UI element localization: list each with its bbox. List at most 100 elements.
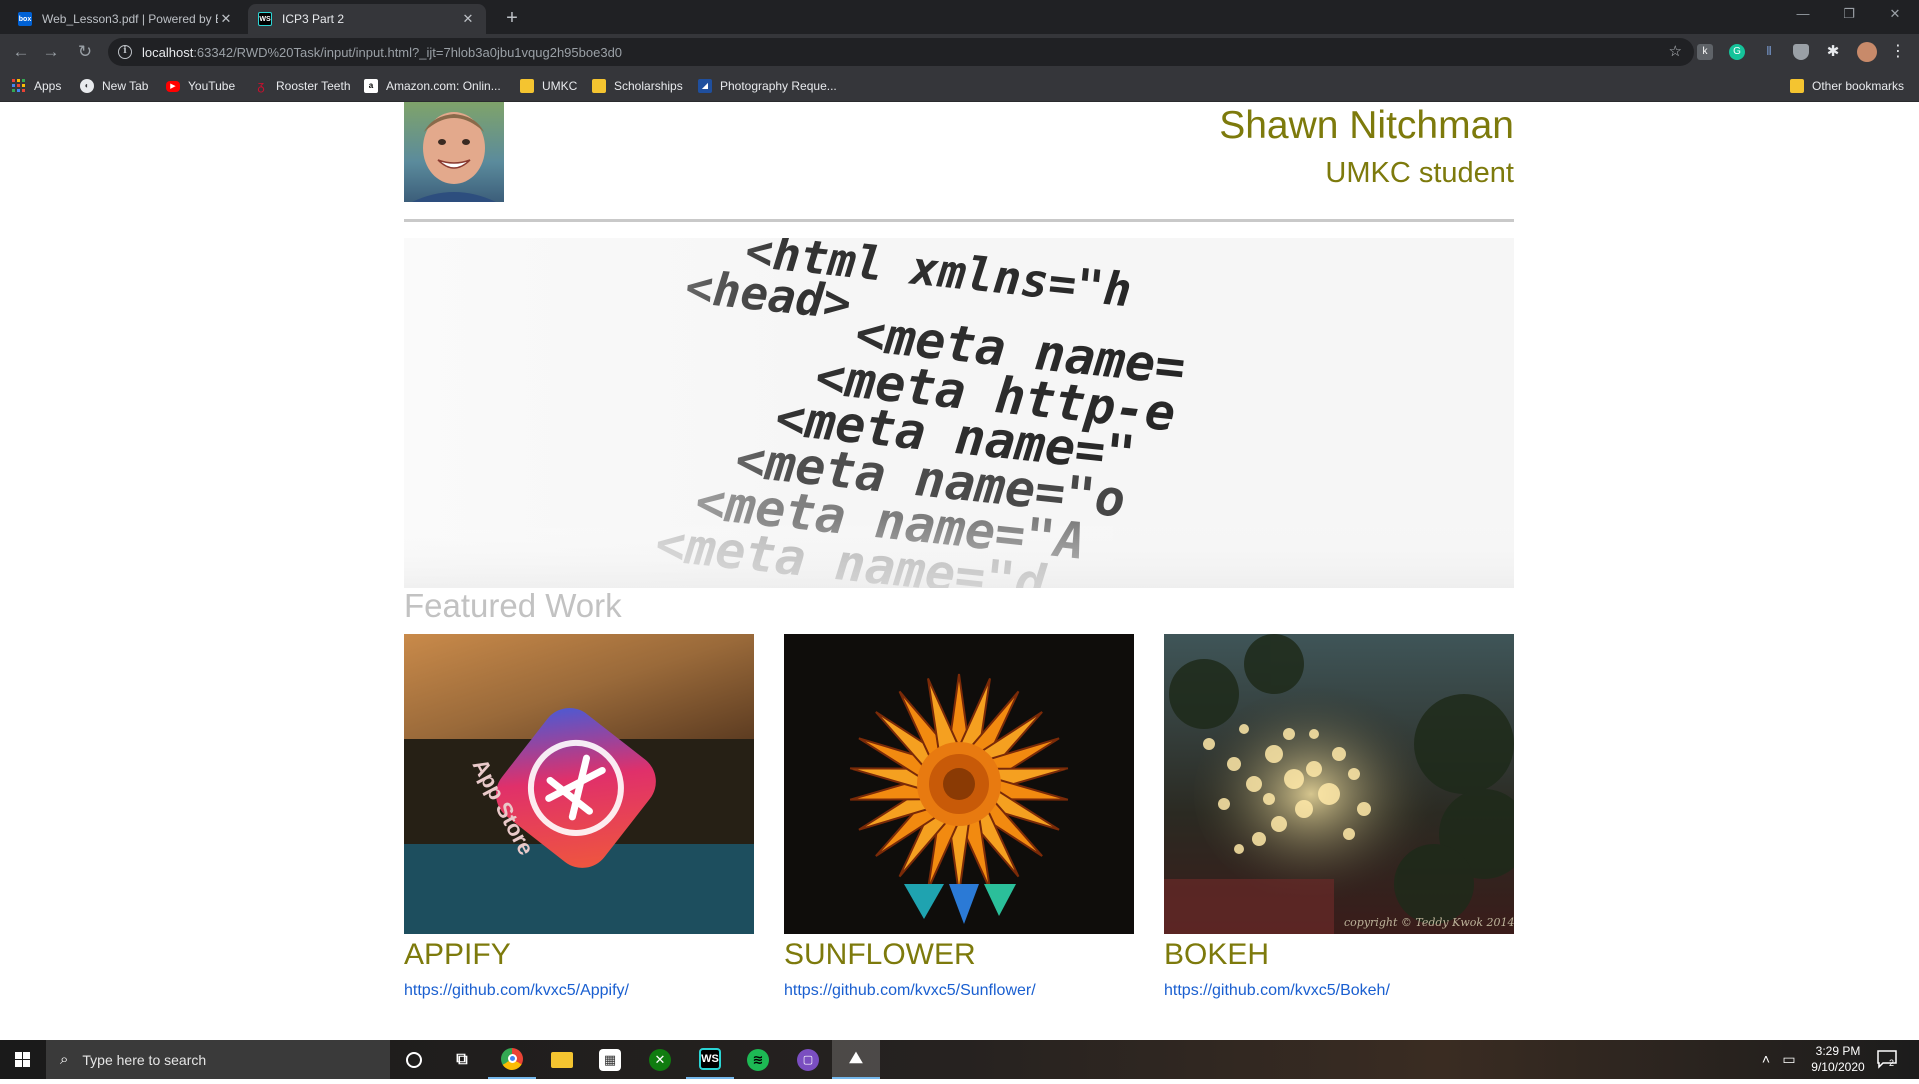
bokeh-dot <box>1283 728 1295 740</box>
extension-k-icon[interactable]: k <box>1697 44 1713 60</box>
bookmark-new-tab[interactable]: ◐ New Tab <box>80 78 148 94</box>
bookmark-rooster-teeth[interactable]: ᵹ Rooster Teeth <box>254 78 351 94</box>
shield-icon[interactable] <box>1793 44 1809 60</box>
project-card-bokeh: copyright © Teddy Kwok 2014 BOKEH https:… <box>1164 634 1514 999</box>
webstorm-taskbar-icon[interactable]: WS <box>686 1040 734 1079</box>
browser-tab-strip: box Web_Lesson3.pdf | Powered by B ✕ WS … <box>0 0 1919 34</box>
close-icon[interactable]: ✕ <box>218 11 234 27</box>
bokeh-thumbnail[interactable]: copyright © Teddy Kwok 2014 <box>1164 634 1514 934</box>
folder-icon <box>520 79 534 93</box>
amazon-icon: a <box>364 79 378 93</box>
windows-start-icon[interactable] <box>0 1040 46 1079</box>
bokeh-dot <box>1295 800 1313 818</box>
url-text: localhost:63342/RWD%20Task/input/input.h… <box>142 44 623 60</box>
project-link[interactable]: https://github.com/kvxc5/Bokeh/ <box>1164 982 1390 1000</box>
search-placeholder: Type here to search <box>82 1051 207 1068</box>
info-icon[interactable]: i <box>118 45 132 59</box>
project-title: BOKEH <box>1164 938 1270 971</box>
box-icon: box <box>18 12 32 26</box>
back-arrow-icon[interactable]: ← <box>8 40 34 64</box>
bookmark-label: YouTube <box>188 79 236 93</box>
cortana-icon[interactable] <box>390 1040 438 1079</box>
globe-icon: ◐ <box>80 79 94 93</box>
folder-icon <box>592 79 606 93</box>
appify-thumbnail[interactable]: App Store <box>404 634 754 934</box>
page-viewport: Shawn Nitchman UMKC student Featured Wor… <box>0 102 1919 1040</box>
minimize-icon[interactable]: — <box>1780 0 1826 28</box>
microsoft-store-icon[interactable]: ▦ <box>586 1040 634 1079</box>
windows-taskbar: ⌕ Type here to search ⧉ ▦ ✕ WS ≋ ▢ ⛰ ˄ ▭… <box>0 1040 1919 1079</box>
bookmark-youtube[interactable]: ▶ YouTube <box>166 78 235 94</box>
notification-count: 2 <box>1889 1058 1895 1068</box>
project-link[interactable]: https://github.com/kvxc5/Sunflower/ <box>784 982 1036 1000</box>
tab-icp3-part2[interactable]: WS ICP3 Part 2 ✕ <box>248 4 486 34</box>
bokeh-dot <box>1343 828 1355 840</box>
project-title: APPIFY <box>404 938 511 971</box>
bookmark-label: Photography Reque... <box>720 79 837 93</box>
file-explorer-icon[interactable] <box>538 1040 586 1079</box>
extension-bars-icon[interactable]: ⫼ <box>1761 44 1777 60</box>
bokeh-dot <box>1348 768 1360 780</box>
address-bar[interactable]: i localhost:63342/RWD%20Task/input/input… <box>108 38 1694 66</box>
spotify-icon[interactable]: ≋ <box>734 1040 782 1079</box>
close-icon[interactable]: ✕ <box>460 11 476 27</box>
browser-toolbar: ← → ↻ i localhost:63342/RWD%20Task/input… <box>0 34 1919 70</box>
photos-app-icon[interactable]: ⛰ <box>832 1040 880 1079</box>
window-close-icon[interactable]: ✕ <box>1872 0 1918 28</box>
restore-icon[interactable]: ❐ <box>1826 0 1872 28</box>
twitch-app-icon[interactable]: ▢ <box>784 1040 832 1079</box>
taskbar-search-box[interactable]: ⌕ Type here to search <box>46 1040 390 1079</box>
bookmark-label: Amazon.com: Onlin... <box>386 79 501 93</box>
bokeh-dot <box>1203 738 1215 750</box>
project-title: SUNFLOWER <box>784 938 976 971</box>
xbox-icon[interactable]: ✕ <box>636 1040 684 1079</box>
forward-arrow-icon[interactable]: → <box>38 40 64 64</box>
bokeh-dot <box>1306 761 1322 777</box>
bookmark-other[interactable]: Other bookmarks <box>1790 78 1904 94</box>
hero-code-image: <html xmlns="h <head> <meta name= <meta … <box>404 238 1514 588</box>
chrome-taskbar-icon[interactable] <box>488 1040 536 1079</box>
bookmark-label: Rooster Teeth <box>276 79 351 93</box>
network-icon[interactable]: ▭ <box>1778 1040 1800 1079</box>
page-title: Shawn Nitchman <box>1219 104 1514 147</box>
tab-title: Web_Lesson3.pdf | Powered by B <box>42 12 218 26</box>
profile-photo <box>404 102 504 202</box>
reload-icon[interactable]: ↻ <box>72 40 98 64</box>
bookmark-umkc[interactable]: UMKC <box>520 78 577 94</box>
youtube-icon: ▶ <box>166 80 180 92</box>
tray-chevron-icon[interactable]: ˄ <box>1756 1040 1776 1079</box>
bookmark-amazon[interactable]: a Amazon.com: Onlin... <box>364 78 501 94</box>
folder-icon <box>1790 79 1804 93</box>
bokeh-dot <box>1357 802 1371 816</box>
webstorm-icon: WS <box>258 12 272 26</box>
new-tab-button[interactable]: + <box>498 6 526 30</box>
bokeh-dot <box>1284 769 1304 789</box>
bookmark-label: UMKC <box>542 79 578 93</box>
bokeh-dot <box>1265 745 1283 763</box>
bokeh-dot <box>1218 798 1230 810</box>
tab-web-lesson3[interactable]: box Web_Lesson3.pdf | Powered by B ✕ <box>8 4 244 34</box>
profile-avatar-icon[interactable] <box>1857 42 1877 62</box>
bookmark-apps[interactable]: Apps <box>12 78 61 94</box>
header-divider <box>404 219 1514 222</box>
bokeh-dot <box>1263 793 1275 805</box>
bookmark-photography[interactable]: ◢ Photography Reque... <box>698 78 837 94</box>
sunflower-thumbnail[interactable] <box>784 634 1134 934</box>
task-view-icon[interactable]: ⧉ <box>438 1040 486 1079</box>
puzzle-extensions-icon[interactable]: ✱ <box>1825 44 1841 60</box>
bookmark-scholarships[interactable]: Scholarships <box>592 78 683 94</box>
bookmark-star-icon[interactable]: ☆ <box>1669 42 1682 60</box>
project-link[interactable]: https://github.com/kvxc5/Appify/ <box>404 982 629 1000</box>
menu-kebab-icon[interactable]: ⋮ <box>1890 44 1906 60</box>
project-card-sunflower: SUNFLOWER https://github.com/kvxc5/Sunfl… <box>784 634 1134 999</box>
notification-center-icon[interactable]: 2 <box>1875 1047 1899 1071</box>
apps-grid-icon <box>12 79 26 93</box>
tab-title: ICP3 Part 2 <box>282 12 345 26</box>
page-subtitle: UMKC student <box>1325 157 1514 189</box>
rooster-teeth-icon: ᵹ <box>257 78 265 93</box>
clock-date: 9/10/2020 <box>1811 1060 1865 1074</box>
grammarly-icon[interactable]: G <box>1729 44 1745 60</box>
bookmark-label: Apps <box>34 79 62 93</box>
bookmark-label: Other bookmarks <box>1812 79 1905 93</box>
taskbar-clock[interactable]: 3:29 PM 9/10/2020 <box>1798 1043 1878 1075</box>
